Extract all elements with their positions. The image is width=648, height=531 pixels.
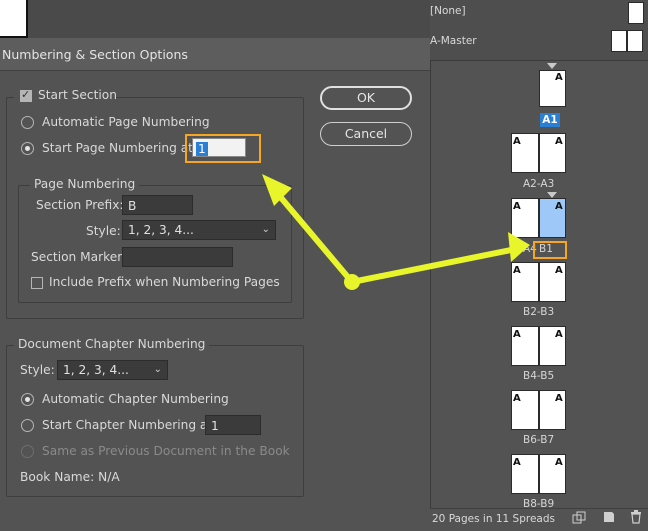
document-page-corner <box>0 0 28 38</box>
master-a-label[interactable]: A-Master <box>430 35 477 47</box>
page-label-a2a3[interactable]: A2-A3 <box>523 178 554 190</box>
master-a-thumb-right[interactable] <box>627 30 643 52</box>
chevron-down-icon: ⌄ <box>153 364 162 375</box>
include-prefix-label: Include Prefix when Numbering Pages <box>49 275 280 289</box>
master-none-label[interactable]: [None] <box>430 5 466 17</box>
same-as-previous-label: Same as Previous Document in the Book <box>42 444 290 458</box>
trash-icon[interactable] <box>630 510 642 524</box>
auto-chapter-numbering-radio[interactable] <box>21 393 34 406</box>
start-section-checkbox[interactable] <box>20 88 32 102</box>
page-style-select[interactable]: 1, 2, 3, 4... ⌄ <box>122 220 276 240</box>
section-marker-label: Section Marker: <box>31 250 127 264</box>
start-page-numbering-radio[interactable] <box>21 142 34 155</box>
dialog-title: Numbering & Section Options <box>2 47 188 62</box>
page-style-label: Style: <box>86 224 121 238</box>
auto-page-numbering-radio[interactable] <box>21 116 34 129</box>
page-master-letter: A <box>513 136 521 147</box>
page-master-letter: A <box>555 457 563 468</box>
page-label-a1[interactable]: A1 <box>540 113 560 127</box>
page-master-letter: A <box>555 393 563 404</box>
chapter-style-select[interactable]: 1, 2, 3, 4... ⌄ <box>57 360 168 380</box>
page-master-letter: A <box>555 136 563 147</box>
page-master-letter: A <box>555 72 563 83</box>
auto-chapter-numbering-label: Automatic Chapter Numbering <box>42 392 229 406</box>
start-page-input-highlight <box>185 134 261 163</box>
start-page-numbering-label: Start Page Numbering at: <box>42 141 198 155</box>
chevron-down-icon: ⌄ <box>261 224 270 235</box>
page-master-letter: A <box>513 329 521 340</box>
chapter-style-label: Style: <box>20 363 55 377</box>
chapter-style-value: 1, 2, 3, 4... <box>63 363 129 377</box>
new-page-icon[interactable] <box>603 511 615 523</box>
section-marker-input[interactable] <box>122 247 233 267</box>
pages-count-label: 20 Pages in 11 Spreads <box>432 513 555 525</box>
include-prefix-checkbox[interactable] <box>31 277 43 289</box>
page-label-b6b7[interactable]: B6-B7 <box>523 434 554 446</box>
master-a-thumb-left[interactable] <box>611 30 627 52</box>
page-master-letter: A <box>555 201 563 212</box>
page-label-b4b5[interactable]: B4-B5 <box>523 370 554 382</box>
page-style-value: 1, 2, 3, 4... <box>128 223 194 237</box>
page-master-letter: A <box>513 201 521 212</box>
page-master-letter: A <box>513 393 521 404</box>
page-size-icon[interactable] <box>572 511 586 525</box>
start-chapter-number-input[interactable]: 1 <box>205 415 261 435</box>
ok-button[interactable]: OK <box>320 86 412 110</box>
start-section-label: Start Section <box>38 88 117 102</box>
chapter-numbering-legend: Document Chapter Numbering <box>14 337 210 351</box>
section-start-marker-icon <box>547 63 557 69</box>
cancel-button[interactable]: Cancel <box>320 122 412 146</box>
page-label-b2b3[interactable]: B2-B3 <box>523 306 554 318</box>
auto-page-numbering-label: Automatic Page Numbering <box>42 115 210 129</box>
page-numbering-legend: Page Numbering <box>30 177 140 191</box>
book-name-label: Book Name: N/A <box>20 470 120 484</box>
page-master-letter: A <box>513 457 521 468</box>
same-as-previous-radio[interactable] <box>21 445 34 458</box>
b1-label-highlight <box>533 241 567 259</box>
section-prefix-input[interactable]: B <box>122 195 193 215</box>
start-chapter-numbering-label: Start Chapter Numbering at: <box>42 418 217 432</box>
master-none-thumb[interactable] <box>628 2 644 24</box>
section-prefix-label: Section Prefix: <box>36 198 124 212</box>
start-chapter-numbering-radio[interactable] <box>21 419 34 432</box>
page-master-letter: A <box>555 329 563 340</box>
page-master-letter: A <box>555 265 563 276</box>
page-master-letter: A <box>513 265 521 276</box>
